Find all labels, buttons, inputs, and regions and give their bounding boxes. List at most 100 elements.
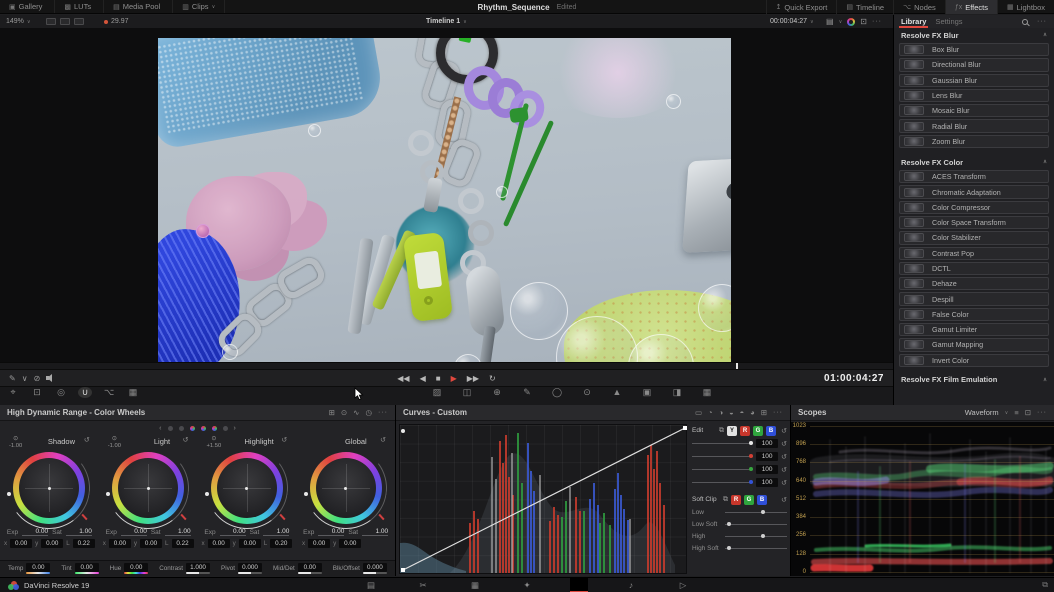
wheel-arc-handle[interactable] [106,492,110,496]
clip-slider[interactable] [725,548,787,549]
clip-slider[interactable] [725,512,787,513]
source-timecode[interactable]: 00:00:04:27 ∨ [770,15,814,28]
waveform-display[interactable]: 1023 896 768 640 512 384 256 128 0 [791,422,1054,576]
top-bar-button[interactable]: ▣ Gallery [0,0,55,13]
viewer-jog-bar[interactable] [0,362,893,369]
zoom-select[interactable]: 149% ∨ [6,15,31,28]
wheel-range-indicator[interactable]: ⊙ +1.50 [207,436,222,449]
top-bar-button[interactable]: ↥ Quick Export [766,0,837,14]
color-wheel-icon[interactable] [847,18,855,26]
fx-item[interactable]: False Color [899,308,1049,321]
toolbar-icon[interactable]: ⊕ [490,387,504,398]
timeline-select[interactable]: Timeline 1 ∨ [426,15,467,28]
param-slider[interactable] [124,572,148,574]
color-wheel[interactable] [13,452,85,524]
toolbar-icon[interactable]: ◯ [550,387,564,398]
toolbar-icon[interactable]: ◨ [670,387,684,398]
slider-handle[interactable] [749,454,753,458]
grab-still-icon[interactable]: ▤ [826,17,834,26]
param-slider[interactable] [298,572,322,574]
toolbar-icon[interactable]: ⌖ [6,387,20,398]
transport-button[interactable]: ■ [436,374,441,383]
link-channels-icon[interactable]: ⧉ [719,427,724,435]
reset-icon[interactable]: ↺ [84,436,90,444]
param-slider[interactable] [186,572,210,574]
channel-value[interactable]: 100 [756,439,778,448]
channel-value[interactable]: 100 [756,465,778,474]
page-button[interactable]: ▤ [362,578,380,592]
param-value[interactable]: 1.000 [186,563,210,572]
scope-header-icon[interactable]: ≡ [1014,408,1018,417]
curve-point[interactable] [401,568,405,572]
wheel-center-dot[interactable] [48,487,51,490]
fx-item[interactable]: Color Stabilizer [899,231,1049,244]
more-options-icon[interactable]: ··· [1037,409,1047,416]
slider-handle[interactable] [727,546,731,550]
fx-item[interactable]: Box Blur [899,43,1049,56]
y-value[interactable]: 0.00 [239,539,261,548]
param-value[interactable]: 0.00 [298,563,322,572]
fx-section-header[interactable]: Resolve FX Blur ∧ [894,28,1054,42]
page-button[interactable]: ✂ [414,578,432,592]
color-wheel[interactable] [211,452,283,524]
reset-icon[interactable]: ↺ [781,427,787,435]
more-options-icon[interactable]: ··· [378,409,388,416]
exp-value[interactable]: 0.00 [22,528,48,536]
reset-icon[interactable]: ↺ [781,453,787,461]
wheel-center-dot[interactable] [147,487,150,490]
page-button[interactable]: ♪ [622,578,640,592]
fx-item[interactable]: Mosaic Blur [899,104,1049,117]
toolbar-icon[interactable]: ◎ [54,387,68,398]
channel-value[interactable]: 100 [756,452,778,461]
channel-slider[interactable] [692,443,753,444]
clip-slider[interactable] [725,524,787,525]
y-value[interactable]: 0.00 [41,539,63,548]
curve-point[interactable] [683,426,687,430]
curve-graph[interactable] [399,424,687,574]
panel-header-icon[interactable]: ⊞ [329,408,335,417]
transport-button[interactable]: ◀◀ [397,374,409,383]
sat-value[interactable]: 1.00 [263,528,289,536]
x-value[interactable]: 0.00 [208,539,230,548]
y-value[interactable]: 0.00 [140,539,162,548]
curve-mode-icon[interactable]: ◕ [750,408,755,417]
toolbar-icon[interactable]: ▦ [700,387,714,398]
x-value[interactable]: 0.00 [109,539,131,548]
viewer-area[interactable] [0,28,893,362]
transport-button[interactable]: ↻ [489,374,496,383]
slider-handle[interactable] [727,522,731,526]
curve-mode-icon[interactable]: ◒ [729,408,734,417]
top-bar-button[interactable]: ƒx Effects [945,0,997,14]
top-bar-button[interactable]: ▥ Clips ∨ [173,0,225,13]
channel-button[interactable]: G [744,495,754,505]
channel-button[interactable]: R [731,495,741,505]
param-value[interactable]: 0.000 [238,563,262,572]
toolbar-icon[interactable]: ▲ [610,387,624,398]
sat-value[interactable]: 1.00 [66,528,92,536]
curve-mode-icon[interactable]: ◑ [719,408,724,417]
param-slider[interactable] [363,572,387,574]
param-value[interactable]: 0.000 [363,563,387,572]
fx-item[interactable]: Gamut Mapping [899,338,1049,351]
curve-mode-icon[interactable]: ◓ [740,408,745,417]
fx-item[interactable]: Invert Color [899,354,1049,367]
param-slider[interactable] [75,572,99,574]
page-dot[interactable] [201,426,206,431]
fx-item[interactable]: Dehaze [899,277,1049,290]
page-dot[interactable] [190,426,195,431]
reset-icon[interactable]: ↺ [781,479,787,487]
param-value[interactable]: 0.00 [75,563,99,572]
panel-tab[interactable]: Library [901,15,926,28]
top-bar-button[interactable]: ▩ LUTs [55,0,104,13]
page-button[interactable]: ✦ [518,578,536,592]
top-bar-button[interactable]: ▤ Timeline [836,0,893,14]
exp-value[interactable]: 0.00 [318,528,344,536]
fx-item[interactable]: Gamut Limiter [899,323,1049,336]
fx-item[interactable]: ACES Transform [899,170,1049,183]
fx-item[interactable]: Lens Blur [899,89,1049,102]
toolbar-icon[interactable]: ▨ [430,387,444,398]
y-value[interactable]: 0.00 [339,539,361,548]
x-value[interactable]: 0.00 [308,539,330,548]
single-viewer-icon[interactable] [46,18,56,25]
wheel-center-dot[interactable] [245,487,248,490]
